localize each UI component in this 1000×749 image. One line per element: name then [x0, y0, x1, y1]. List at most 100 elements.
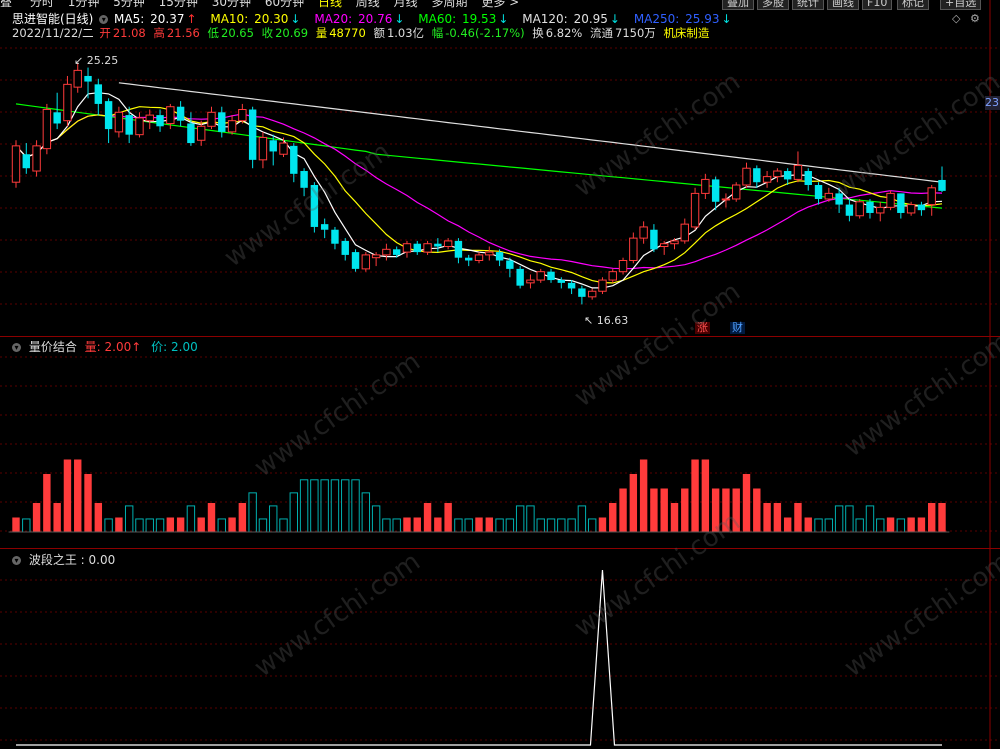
candle-body-down	[516, 268, 524, 286]
panel-toggle-icon[interactable]: ▾	[12, 343, 21, 352]
finance-badge[interactable]: 财	[730, 322, 745, 334]
candle-body-down	[938, 179, 946, 191]
candle-body-up	[382, 248, 391, 256]
candle-body-down	[187, 123, 195, 144]
candle-body-up	[371, 254, 381, 259]
vol-bar-cyan	[824, 518, 834, 533]
candle-body-up	[793, 164, 803, 180]
vol-bar-red	[84, 474, 92, 532]
candle-body-down	[392, 249, 401, 255]
vol-bar-red	[722, 488, 730, 532]
vol-bar-cyan	[269, 505, 278, 533]
candle-body-down	[156, 115, 164, 127]
candle-body-up	[721, 198, 731, 201]
vol-bar-cyan	[371, 505, 381, 533]
vol-bar-cyan	[341, 479, 350, 533]
candle-body-up	[598, 279, 607, 292]
candle-body-down	[578, 288, 586, 297]
vol-bar-red	[619, 488, 627, 532]
candle-body-up	[670, 240, 679, 245]
vol-bar-cyan	[845, 505, 854, 533]
vol-bar-red	[938, 503, 946, 532]
vol-bar-red	[629, 474, 638, 532]
candle-body-up	[618, 259, 628, 273]
candle-body-up	[629, 237, 638, 261]
vol-bar-red	[783, 517, 792, 532]
vol-bar-red	[804, 517, 812, 532]
vol-bar-cyan	[104, 518, 113, 533]
candle-body-down	[434, 243, 442, 247]
candle-body-down	[917, 204, 926, 211]
vol-bar-cyan	[567, 518, 576, 533]
vol-bar-cyan	[135, 518, 144, 533]
vol-bar-red	[74, 459, 82, 532]
panel-toggle-icon[interactable]: ▾	[12, 556, 21, 565]
candle-body-up	[762, 176, 772, 183]
vol-bar-red	[732, 488, 740, 532]
candle-body-down	[413, 243, 421, 253]
vol-bar-cyan	[505, 518, 515, 533]
candle-body-up	[258, 136, 268, 161]
candle-body-up	[536, 271, 545, 281]
vol-bar-cyan	[217, 518, 226, 533]
candle-body-down	[53, 112, 61, 124]
vol-bar-cyan	[382, 518, 391, 533]
vol-bar-red	[670, 503, 679, 532]
vol-bar-cyan	[310, 479, 319, 533]
candle-body-down	[84, 75, 92, 82]
candle-body-up	[423, 243, 432, 253]
candle-body-down	[866, 201, 874, 213]
limit-up-badge[interactable]: 涨	[695, 322, 710, 334]
candle-body-down	[711, 179, 720, 202]
candle-body-up	[773, 170, 782, 178]
panel-separator	[0, 548, 1000, 549]
vol-bar-cyan	[248, 492, 257, 533]
ma60-line	[15, 103, 943, 209]
candle-body-up	[526, 279, 535, 284]
vol-bar-red	[434, 517, 442, 532]
candle-body-up	[166, 106, 175, 124]
candle-body-up	[886, 192, 895, 208]
candle-body-down	[300, 171, 308, 188]
wave-panel-title: ▾ 波段之王 : 0.00	[12, 553, 115, 567]
vol-bar-cyan	[361, 492, 371, 533]
candle-body-up	[659, 243, 669, 248]
price-axis-tag: 23	[985, 96, 1000, 110]
wave-line	[16, 569, 942, 746]
wave-king-indicator	[16, 569, 942, 746]
vol-bar-cyan	[186, 505, 196, 533]
candle-body-down	[310, 185, 319, 227]
vol-bar-cyan	[289, 492, 299, 533]
candle-body-down	[454, 240, 463, 258]
candle-body-up	[639, 226, 648, 239]
candle-body-down	[351, 252, 360, 269]
vol-bar-cyan	[515, 505, 525, 533]
vol-bar-cyan	[855, 518, 864, 533]
ma120-line	[118, 82, 943, 183]
candle-body-up	[63, 83, 72, 122]
vol-bar-red	[12, 517, 20, 532]
candle-body-down	[814, 185, 823, 199]
candle-body-up	[680, 223, 689, 242]
candle-body-down	[176, 106, 185, 121]
vol-bar-cyan	[587, 518, 597, 533]
candle-body-up	[876, 206, 885, 214]
vol-bar-red	[928, 503, 936, 532]
vol-bar-red	[403, 517, 411, 532]
candle-body-down	[331, 229, 339, 244]
vol-bar-red	[207, 503, 216, 532]
kline-chart[interactable]	[0, 0, 1000, 749]
candle-body-up	[587, 290, 597, 298]
vol-bar-cyan	[536, 518, 545, 533]
candle-body-up	[135, 117, 144, 136]
candle-body-down	[22, 154, 30, 169]
vol-bar-red	[598, 517, 607, 532]
ma20-line	[15, 113, 943, 270]
vol-bar-cyan	[351, 479, 360, 533]
vol-bar-red	[886, 517, 895, 532]
low-mark: ↖ 16.63	[584, 314, 629, 327]
vol-bar-red	[907, 517, 915, 532]
vol-bar-red	[238, 503, 247, 532]
vol-bar-red	[115, 517, 123, 532]
candle-body-down	[506, 260, 514, 269]
